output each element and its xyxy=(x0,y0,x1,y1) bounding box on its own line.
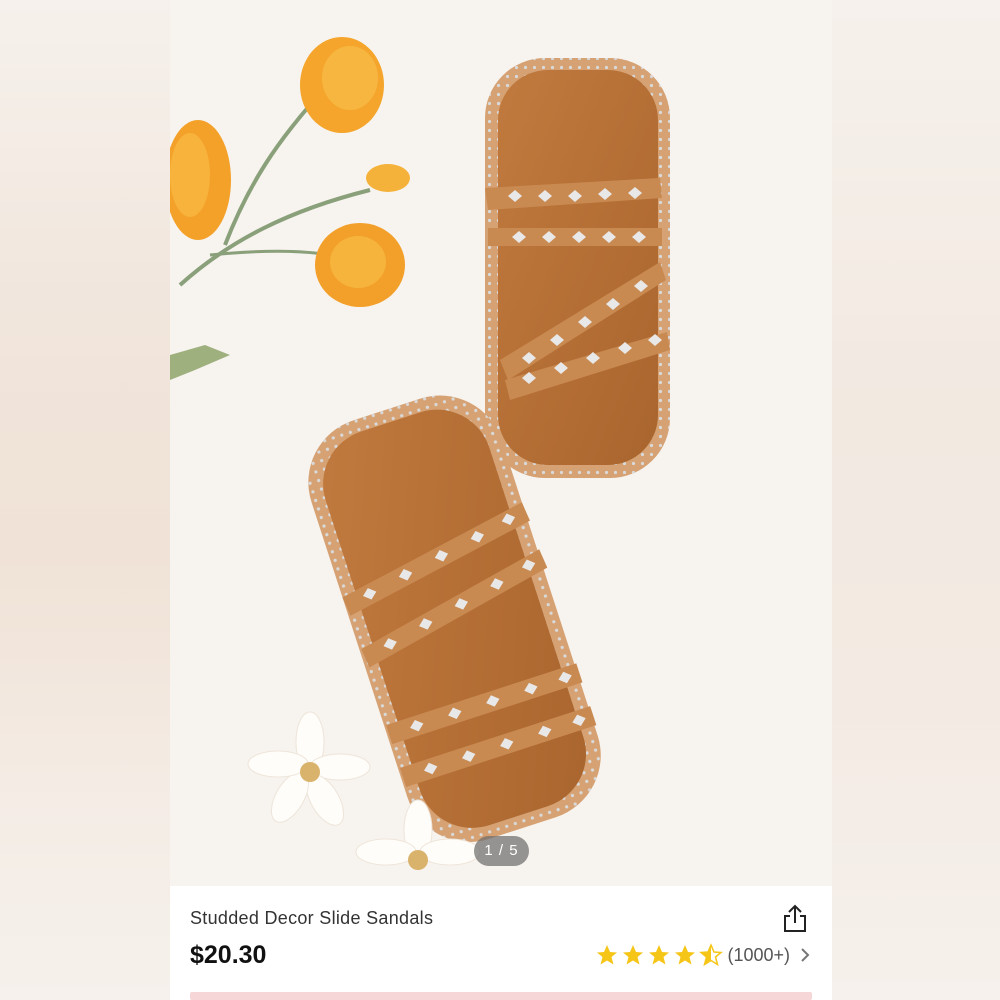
star-icon xyxy=(675,945,696,965)
white-flower-1 xyxy=(247,711,371,826)
product-title: Studded Decor Slide Sandals xyxy=(190,908,434,928)
rating-stars xyxy=(595,943,724,967)
rating-count: (1000+) xyxy=(727,944,790,965)
share-button[interactable] xyxy=(782,904,808,934)
flower-bud xyxy=(366,164,410,192)
half-star-icon xyxy=(699,943,724,967)
sandal-top xyxy=(485,58,670,478)
orange-flower-1 xyxy=(300,37,384,133)
star-icon xyxy=(597,945,618,965)
chevron-right-icon xyxy=(801,948,810,962)
product-screen: 1 / 5 Studded Decor Slide Sandals $20.30 xyxy=(170,0,832,1000)
orange-flower-3 xyxy=(315,223,405,307)
blurred-background-left xyxy=(0,0,170,1000)
product-photo xyxy=(170,37,670,870)
product-info-panel: Studded Decor Slide Sandals $20.30 (1000… xyxy=(170,886,832,1000)
star-icon xyxy=(623,945,644,965)
product-price: $20.30 xyxy=(190,941,267,969)
orange-flower-2 xyxy=(170,120,231,240)
promo-banner-strip[interactable] xyxy=(190,992,812,1000)
leaf xyxy=(170,345,230,380)
rating-summary[interactable]: (1000+) xyxy=(595,942,810,968)
blurred-background-right xyxy=(832,0,1000,1000)
product-image-gallery[interactable]: 1 / 5 xyxy=(170,0,832,886)
share-icon xyxy=(784,904,806,932)
star-icon xyxy=(649,945,670,965)
gallery-page-indicator: 1 / 5 xyxy=(474,836,529,866)
